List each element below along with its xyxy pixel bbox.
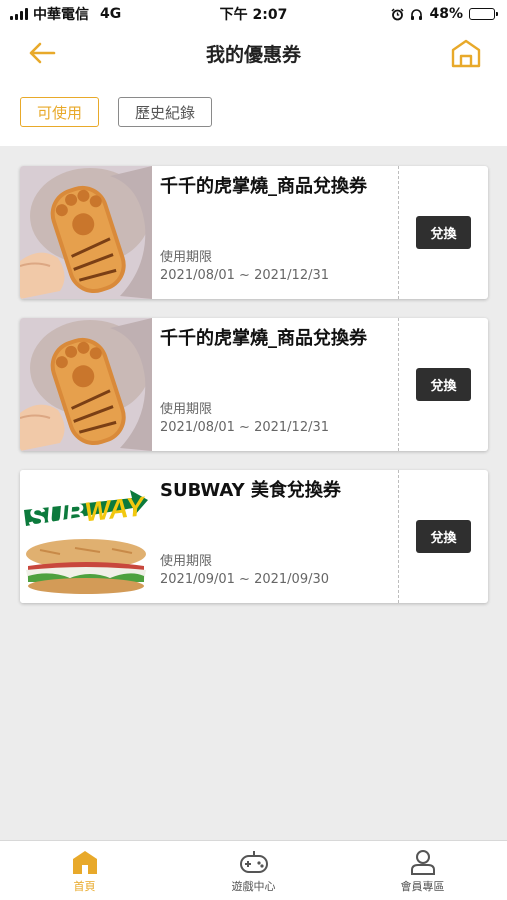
redeem-button[interactable]: 兌換 — [416, 520, 471, 553]
validity-date: 2021/08/01 ~ 2021/12/31 — [160, 268, 330, 283]
header: 我的優惠券 — [0, 28, 507, 78]
subway-sandwich-image: SUBWAY — [20, 470, 152, 603]
coupon-title: 千千的虎掌燒_商品兌換券 — [160, 176, 367, 197]
subway-logo-sub: SUB — [27, 498, 87, 534]
nav-member-label: 會員專區 — [400, 880, 445, 893]
alarm-icon — [391, 7, 405, 20]
nav-games[interactable]: 遊戲中心 — [169, 841, 338, 900]
home-filled-icon — [72, 851, 97, 874]
filter-bar: 可使用 歷史紀錄 — [0, 78, 507, 146]
coupon-action: 兌換 — [398, 166, 488, 299]
redeem-button[interactable]: 兌換 — [416, 216, 471, 249]
signal-icon — [10, 8, 28, 20]
nav-member[interactable]: 會員專區 — [338, 841, 507, 900]
battery-icon — [469, 8, 498, 20]
nav-games-label: 遊戲中心 — [231, 880, 276, 893]
status-right: 48% — [391, 6, 498, 22]
network-type: 4G — [100, 6, 122, 22]
coupon-title: SUBWAY 美食兌換券 — [160, 480, 341, 501]
validity-date: 2021/08/01 ~ 2021/12/31 — [160, 420, 330, 435]
coupon-action: 兌換 — [398, 318, 488, 451]
bottom-nav: 首頁 遊戲中心 會員專區 — [0, 840, 507, 900]
coupon-info: SUBWAY 美食兌換券 使用期限 2021/09/01 ~ 2021/09/3… — [152, 470, 398, 603]
filter-available-tab[interactable]: 可使用 — [20, 97, 100, 127]
nav-home[interactable]: 首頁 — [0, 841, 169, 900]
validity-date: 2021/09/01 ~ 2021/09/30 — [160, 572, 330, 587]
coupon-action: 兌換 — [398, 470, 488, 603]
tiger-paw-cake-image — [20, 318, 152, 451]
coupon-info: 千千的虎掌燒_商品兌換券 使用期限 2021/08/01 ~ 2021/12/3… — [152, 318, 398, 451]
home-icon[interactable] — [449, 36, 483, 70]
coupon-card[interactable]: SUBWAY SUBWAY 美食兌換券 使用期限 2021/09/01 ~ 20… — [20, 470, 488, 603]
coupon-card[interactable]: 千千的虎掌燒_商品兌換券 使用期限 2021/08/01 ~ 2021/12/3… — [20, 318, 488, 451]
filter-history-tab[interactable]: 歷史紀錄 — [118, 97, 213, 127]
coupon-title: 千千的虎掌燒_商品兌換券 — [160, 328, 367, 349]
gamepad-icon — [239, 851, 268, 873]
coupon-card[interactable]: 千千的虎掌燒_商品兌換券 使用期限 2021/08/01 ~ 2021/12/3… — [20, 166, 488, 299]
tiger-paw-cake-image — [20, 166, 152, 299]
coupon-page: 中華電信 4G 下午 2:07 48% 我的優惠券 可使用 歷史紀錄 千千的虎掌… — [0, 0, 507, 900]
nav-home-label: 首頁 — [73, 880, 96, 893]
battery-percent: 48% — [429, 6, 463, 22]
user-icon — [410, 850, 435, 875]
coupon-info: 千千的虎掌燒_商品兌換券 使用期限 2021/08/01 ~ 2021/12/3… — [152, 166, 398, 299]
status-left: 中華電信 4G — [10, 4, 121, 24]
redeem-button[interactable]: 兌換 — [416, 368, 471, 401]
validity-label: 使用期限 — [160, 554, 213, 569]
carrier-name: 中華電信 — [33, 7, 89, 23]
coupon-list: 千千的虎掌燒_商品兌換券 使用期限 2021/08/01 ~ 2021/12/3… — [20, 166, 488, 622]
page-title: 我的優惠券 — [205, 43, 301, 66]
headphones-icon — [411, 8, 423, 20]
validity-label: 使用期限 — [160, 402, 213, 417]
arrow-left-icon[interactable] — [26, 38, 58, 68]
status-bar: 中華電信 4G 下午 2:07 48% — [0, 0, 507, 28]
validity-label: 使用期限 — [160, 250, 213, 265]
